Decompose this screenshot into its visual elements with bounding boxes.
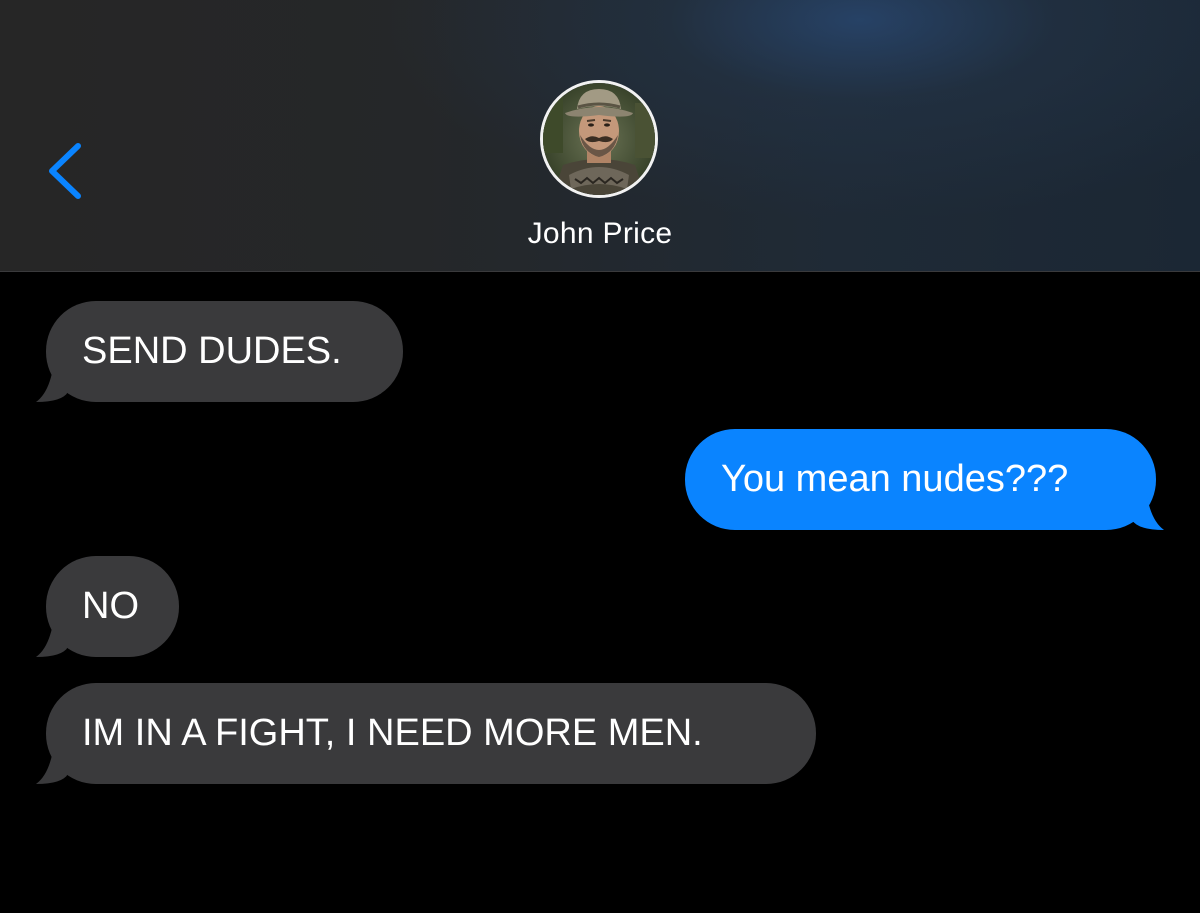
back-button[interactable] [38, 136, 98, 206]
outgoing-bubble-tail [1132, 490, 1164, 530]
message-text: You mean nudes??? [721, 458, 1069, 500]
message-text: NO [82, 585, 139, 627]
message-text: IM IN A FIGHT, I NEED MORE MEN. [82, 712, 703, 754]
conversation-header: John Price [0, 0, 1200, 272]
incoming-bubble-tail [36, 617, 68, 657]
message-text: SEND DUDES. [82, 330, 342, 372]
incoming-bubble-tail [36, 744, 68, 784]
incoming-bubble-tail [36, 362, 68, 402]
incoming-message-bubble[interactable]: SEND DUDES. [46, 301, 403, 402]
contact-avatar[interactable] [540, 80, 658, 198]
avatar-photo-icon [543, 83, 655, 195]
contact-name[interactable]: John Price [0, 217, 1200, 251]
outgoing-message-bubble[interactable]: You mean nudes??? [685, 429, 1156, 530]
messages-screen: John Price SEND DUDES. You mean nudes???… [0, 0, 1200, 913]
chevron-left-icon [49, 143, 81, 199]
incoming-message-bubble[interactable]: IM IN A FIGHT, I NEED MORE MEN. [46, 683, 816, 784]
